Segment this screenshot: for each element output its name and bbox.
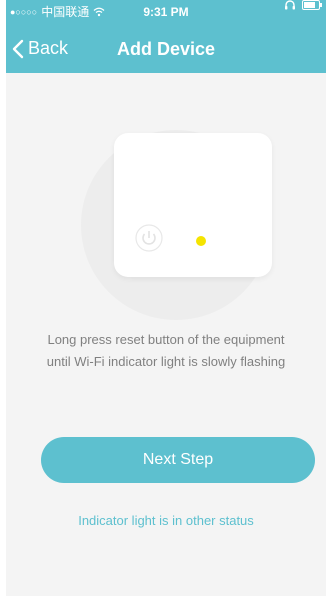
wifi-indicator-light (196, 236, 206, 246)
status-right (284, 0, 322, 10)
next-step-button[interactable]: Next Step (41, 437, 315, 483)
battery-icon (302, 0, 322, 10)
device-illustration (114, 133, 272, 277)
status-time: 9:31 PM (143, 5, 189, 19)
nav-bar: Back Add Device (6, 30, 326, 68)
headphones-icon (285, 0, 295, 10)
other-status-link[interactable]: Indicator light is in other status (6, 513, 326, 528)
instruction-line-1: Long press reset button of the equipment (47, 332, 285, 347)
page-title: Add Device (116, 39, 216, 59)
status-bar: ●○○○○ 中国联通 9:31 PM (6, 0, 326, 24)
header-bar: ●○○○○ 中国联通 9:31 PM Back Add Device (6, 0, 326, 73)
instruction-line-2: until Wi-Fi indicator light is slowly fl… (46, 354, 286, 369)
app-screen: ●○○○○ 中国联通 9:31 PM Back Add Device Long … (6, 0, 326, 596)
power-icon (135, 224, 163, 252)
